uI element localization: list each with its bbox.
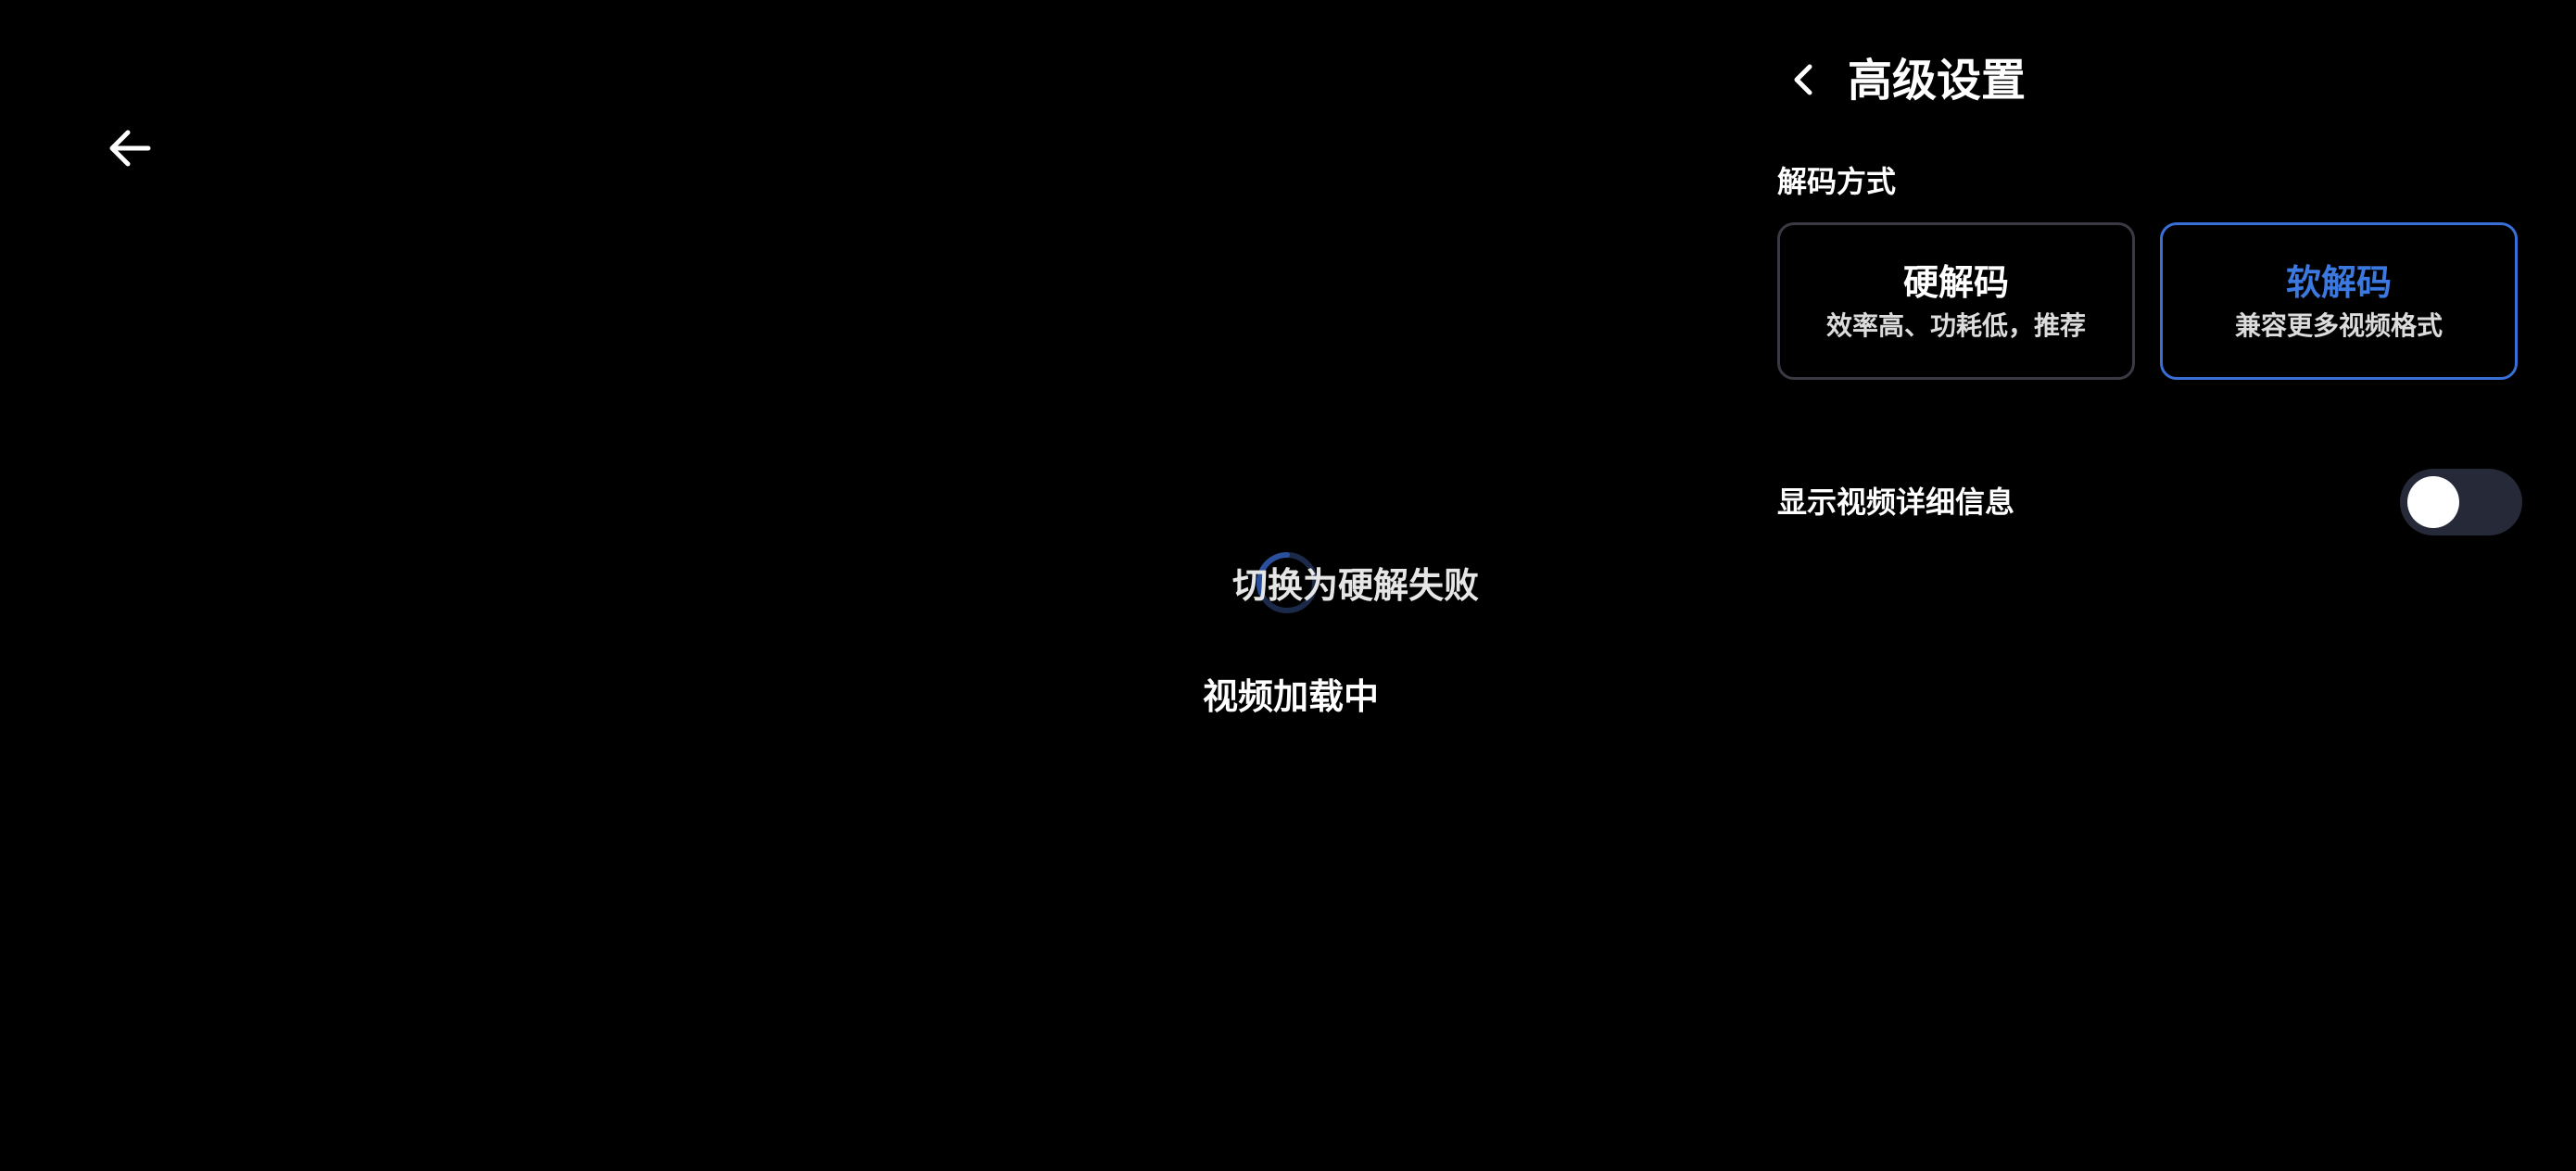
video-player[interactable]: 切换为硬解失败 视频加载中 xyxy=(0,0,1742,1171)
page-title: 高级设置 xyxy=(1848,55,2027,107)
loading-text: 视频加载中 xyxy=(1203,676,1380,717)
show-details-label: 显示视频详细信息 xyxy=(1777,485,2015,520)
chevron-left-icon[interactable] xyxy=(1783,59,1824,100)
option-subtitle: 兼容更多视频格式 xyxy=(2234,310,2443,341)
hardware-decode-option[interactable]: 硬解码 效率高、功耗低，推荐 xyxy=(1777,222,2135,380)
arrow-left-icon[interactable] xyxy=(104,122,156,174)
toggle-knob xyxy=(2407,476,2459,528)
option-subtitle: 效率高、功耗低，推荐 xyxy=(1825,310,2086,341)
decode-section-label: 解码方式 xyxy=(1777,164,1897,199)
decode-switch-toast: 切换为硬解失败 xyxy=(1232,565,1480,606)
option-title: 软解码 xyxy=(2285,262,2392,303)
advanced-settings-panel: 高级设置 解码方式 硬解码 效率高、功耗低，推荐 软解码 兼容更多视频格式 显示… xyxy=(1742,0,2576,1171)
option-title: 硬解码 xyxy=(1902,262,2009,303)
software-decode-option[interactable]: 软解码 兼容更多视频格式 xyxy=(2160,222,2518,380)
show-details-toggle[interactable] xyxy=(2400,469,2522,535)
